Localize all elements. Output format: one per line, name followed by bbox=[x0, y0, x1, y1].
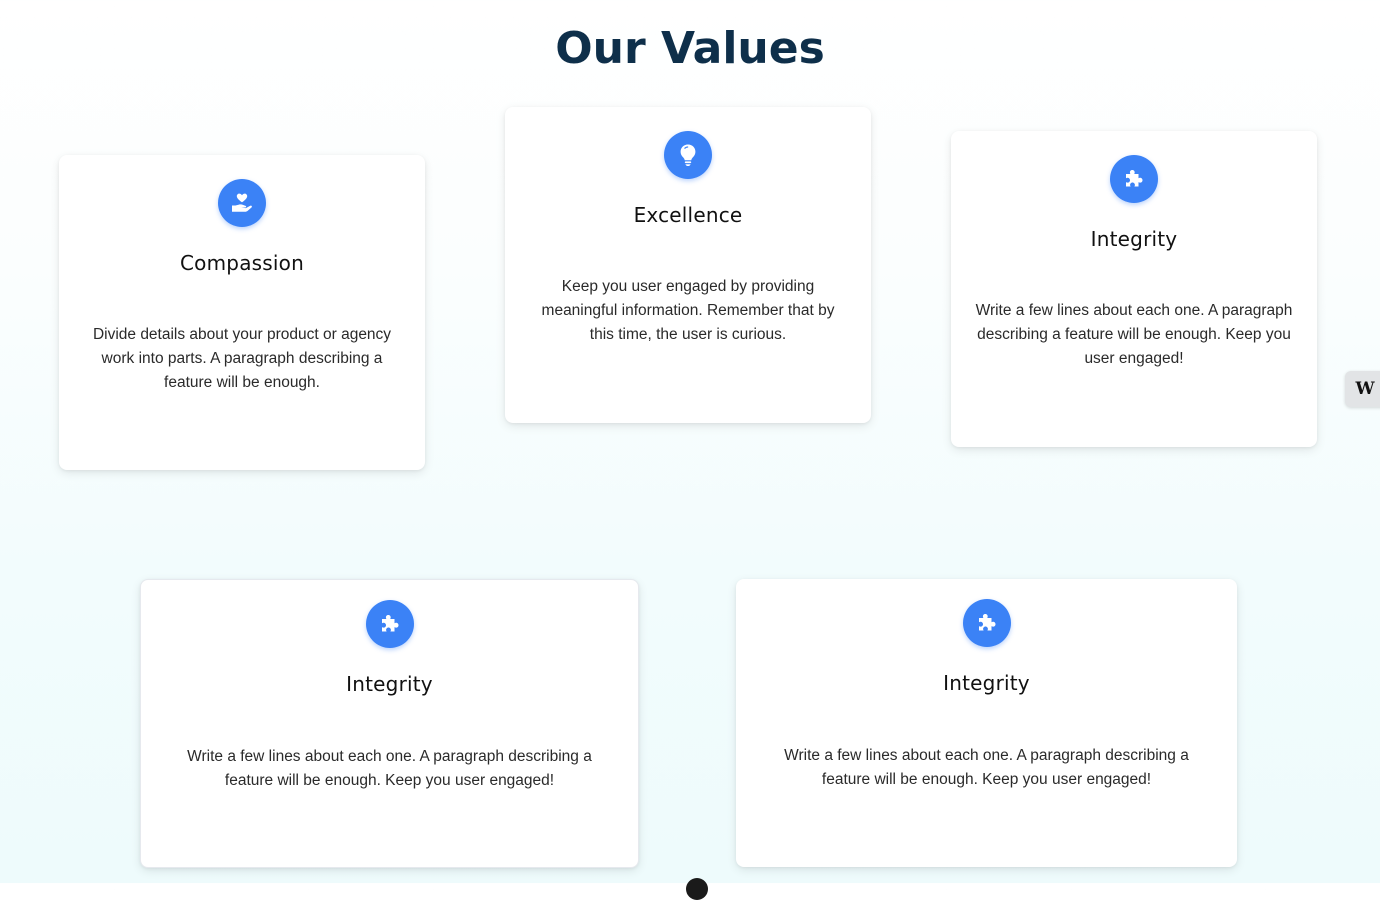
value-card-integrity: Integrity Write a few lines about each o… bbox=[140, 579, 639, 868]
card-description: Divide details about your product or age… bbox=[92, 326, 392, 391]
puzzle-icon bbox=[962, 599, 1011, 647]
card-description: Write a few lines about each one. A para… bbox=[784, 747, 1189, 788]
page-title: Our Values bbox=[555, 23, 825, 74]
scroll-indicator-dot[interactable] bbox=[686, 878, 708, 900]
card-title: Excellence bbox=[633, 203, 743, 227]
value-card-integrity: Integrity Write a few lines about each o… bbox=[736, 579, 1237, 867]
lightbulb-icon bbox=[664, 131, 712, 179]
card-title: Integrity bbox=[943, 671, 1030, 695]
value-card-excellence: Excellence Keep you user engaged by prov… bbox=[505, 107, 871, 423]
widget-logo-icon: W bbox=[1355, 379, 1375, 399]
value-card-integrity: Integrity Write a few lines about each o… bbox=[951, 131, 1317, 447]
puzzle-icon bbox=[1110, 155, 1158, 203]
card-description: Keep you user engaged by providing meani… bbox=[541, 278, 835, 343]
card-description: Write a few lines about each one. A para… bbox=[187, 748, 592, 789]
card-title: Compassion bbox=[180, 251, 304, 275]
hand-heart-icon bbox=[218, 179, 266, 227]
value-card-compassion: Compassion Divide details about your pro… bbox=[59, 155, 425, 470]
puzzle-icon bbox=[365, 600, 414, 648]
card-title: Integrity bbox=[1090, 227, 1178, 251]
floating-widget-button[interactable]: W bbox=[1345, 371, 1380, 407]
card-title: Integrity bbox=[346, 672, 433, 696]
card-description: Write a few lines about each one. A para… bbox=[975, 302, 1293, 367]
